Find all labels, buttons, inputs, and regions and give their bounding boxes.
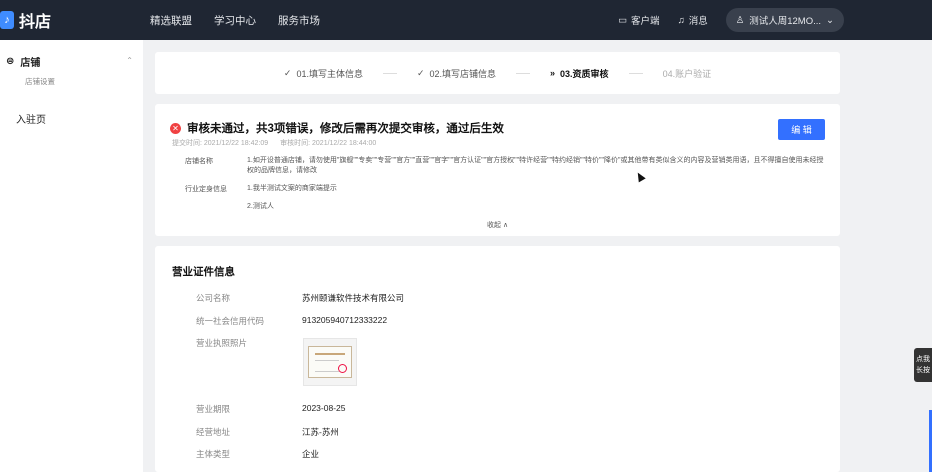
review-result-card: ✕ 审核未通过，共3项错误，修改后需再次提交审核，通过后生效 提交时间: 202… [155, 104, 840, 236]
check-icon: ✓ [283, 67, 292, 78]
error-key: 行业定身信息 [185, 186, 227, 193]
section-title: 营业证件信息 [172, 266, 235, 278]
error-key: 店铺名称 [185, 158, 213, 165]
user-menu[interactable]: ♙ 测试人周12MO... ⌄ [725, 8, 844, 32]
bell-icon: ♫ [677, 14, 685, 26]
client-button[interactable]: ▭ 客户端 [618, 13, 660, 28]
credit-code-value: 913205940712333222 [302, 315, 388, 325]
period-value: 2023-08-25 [302, 403, 346, 413]
sidebar-item-entry-page[interactable]: 入驻页 [16, 111, 143, 126]
sidebar-item-shop-settings[interactable]: 店铺设置 [25, 76, 143, 87]
step-label: 04.账户验证 [662, 68, 712, 79]
edit-button[interactable]: 编 辑 [778, 119, 825, 140]
review-title: ✕ 审核未通过，共3项错误，修改后需再次提交审核，通过后生效 [170, 120, 504, 136]
submit-time: 提交时间: 2021/12/22 18:42:09 [172, 140, 269, 147]
logo[interactable]: ♪ 抖店 [0, 8, 150, 32]
progress-steps: ✓ 01.填写主体信息 ✓ 02.填写店铺信息 » 03.资质审核 04.账户验… [155, 52, 840, 94]
collapse-caret-icon[interactable]: ⌃ [126, 56, 133, 65]
step-divider [628, 72, 643, 74]
period-row: 营业期限 2023-08-25 [196, 403, 345, 415]
fold-toggle[interactable]: 收起 ∧ [487, 220, 508, 230]
step-divider [382, 72, 397, 74]
error-key [185, 202, 247, 212]
logo-text: 抖店 [19, 14, 52, 31]
review-time: 审核时间: 2021/12/22 18:44:00 [280, 140, 377, 147]
field-label: 主体类型 [196, 449, 231, 459]
error-value: 1.我半测试文案的商家端提示 [247, 185, 337, 192]
top-right-actions: ▭ 客户端 ♫ 消息 ♙ 测试人周12MO... ⌄ [618, 8, 844, 32]
error-row: 行业定身信息 1.我半测试文案的商家端提示 [185, 184, 827, 194]
company-name-row: 公司名称 苏州颐谦软件技术有限公司 [196, 292, 404, 304]
field-label: 公司名称 [196, 293, 231, 303]
client-label: 客户端 [631, 16, 660, 27]
license-photo-thumbnail[interactable] [303, 338, 357, 386]
license-document-image [308, 346, 352, 378]
top-nav: 精选联盟 学习中心 服务市场 [150, 13, 320, 28]
review-title-text: 审核未通过，共3项错误，修改后需再次提交审核，通过后生效 [187, 123, 504, 135]
sidebar-group-label: 店铺 [20, 58, 41, 69]
shop-icon: ⊜ [6, 56, 15, 67]
step-1: ✓ 01.填写主体信息 [284, 67, 363, 80]
error-value: 1.如开设普通店铺，请勿使用"旗舰""专卖""专营""官方""直营""官字""官… [247, 157, 824, 174]
sidebar-group-shop[interactable]: ⊜ 店铺 店铺设置 [0, 40, 143, 87]
review-meta: 提交时间: 2021/12/22 18:42:09 审核时间: 2021/12/… [172, 138, 376, 148]
floating-help-tab[interactable]: 点我 长按 [914, 348, 932, 382]
field-label: 营业期限 [196, 404, 231, 414]
top-bar: ♪ 抖店 精选联盟 学习中心 服务市场 ▭ 客户端 ♫ 消息 ♙ 测试人周12M… [0, 0, 932, 40]
seal-icon [338, 364, 347, 373]
field-label: 经营地址 [196, 427, 231, 437]
step-3: » 03.资质审核 [550, 67, 609, 80]
address-row: 经营地址 江苏-苏州 [196, 426, 339, 438]
error-row: 2.测试人 [185, 202, 827, 212]
field-label: 营业执照照片 [196, 338, 248, 348]
sidebar: ⊜ 店铺 店铺设置 ⌃ 入驻页 [0, 40, 143, 472]
step-label: 03.资质审核 [560, 68, 609, 79]
monitor-icon: ▭ [618, 14, 628, 26]
message-button[interactable]: ♫ 消息 [677, 13, 708, 28]
error-value: 2.测试人 [247, 203, 274, 210]
license-info-card: 营业证件信息 公司名称 苏州颐谦软件技术有限公司 统一社会信用代码 913205… [155, 246, 840, 472]
step-divider [516, 72, 531, 74]
step-label: 02.填写店铺信息 [429, 68, 497, 79]
error-icon: ✕ [170, 122, 181, 134]
user-label: 测试人周12MO... [749, 16, 822, 27]
entity-type-value: 企业 [302, 449, 320, 459]
company-name-value: 苏州颐谦软件技术有限公司 [302, 293, 405, 303]
float-tab-line: 点我 [916, 356, 930, 363]
nav-selected-alliance[interactable]: 精选联盟 [150, 13, 192, 28]
double-arrow-icon: » [550, 68, 556, 78]
check-icon: ✓ [416, 67, 425, 78]
license-photo-row: 营业执照照片 [196, 337, 302, 349]
field-label: 统一社会信用代码 [196, 316, 265, 326]
nav-service-market[interactable]: 服务市场 [278, 13, 320, 28]
step-label: 01.填写主体信息 [296, 68, 363, 79]
step-4: 04.账户验证 [663, 67, 712, 80]
step-2: ✓ 02.填写店铺信息 [417, 67, 496, 80]
address-value: 江苏-苏州 [302, 427, 339, 437]
entity-type-row: 主体类型 企业 [196, 448, 319, 460]
message-label: 消息 [688, 16, 708, 27]
chevron-down-icon: ⌄ [826, 14, 834, 26]
error-row: 店铺名称 1.如开设普通店铺，请勿使用"旗舰""专卖""专营""官方""直营""… [185, 156, 827, 176]
float-tab-line: 长按 [916, 367, 930, 374]
douyin-logo-icon: ♪ [0, 11, 14, 29]
credit-code-row: 统一社会信用代码 913205940712333222 [196, 315, 387, 327]
nav-learning-center[interactable]: 学习中心 [214, 13, 256, 28]
user-icon: ♙ [735, 14, 745, 26]
